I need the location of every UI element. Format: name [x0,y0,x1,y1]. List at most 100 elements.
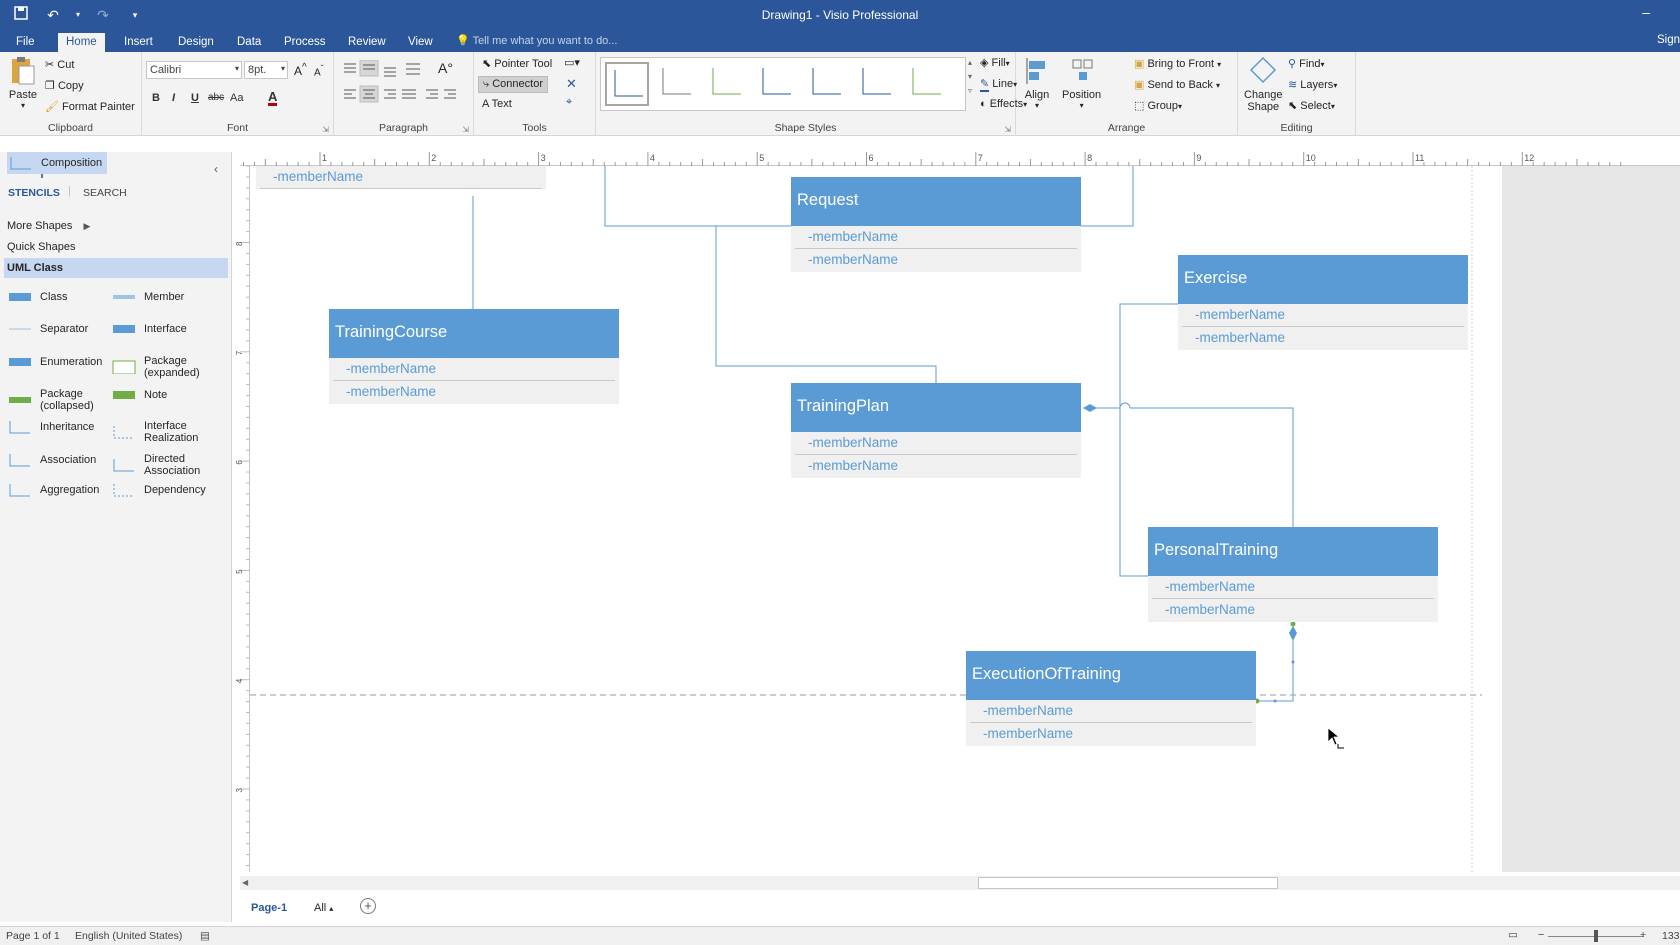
style-thumb[interactable] [605,62,649,106]
zoom-out-icon[interactable]: − [1538,929,1544,941]
uml-class-executionoftraining[interactable]: ExecutionOfTraining -memberName -memberN… [966,651,1256,746]
bring-to-front-button[interactable]: ▣ Bring to Front ▾ [1134,57,1221,70]
minimize-button[interactable]: – [1642,4,1650,20]
layers-button[interactable]: ≋ Layers▾ [1288,78,1337,91]
connector-line[interactable] [1119,402,1131,409]
select-button[interactable]: ⬉ Select▾ [1288,99,1335,112]
uml-class-exercise[interactable]: Exercise -memberName -memberName [1178,255,1468,350]
send-to-back-button[interactable]: ▣ Send to Back ▾ [1134,78,1220,91]
class-member[interactable]: -memberName [329,381,619,404]
class-member[interactable]: -memberName [1178,327,1468,350]
stencil-item[interactable]: Aggregation [8,483,99,497]
position-button[interactable]: Position ▾ [1062,56,1101,110]
class-member[interactable]: -memberName [791,455,1081,478]
line-button[interactable]: ✎ Line▾ [980,77,1017,92]
class-member[interactable]: -memberName [1148,599,1438,622]
stencil-item[interactable]: Package (collapsed) [8,388,124,412]
connector-line[interactable] [1130,407,1294,527]
scrollbar-thumb[interactable] [978,877,1278,889]
cut-button[interactable]: ✂ Cut [45,58,74,71]
uml-class-partial[interactable]: -memberName [256,166,546,189]
all-pages-button[interactable]: All ▴ [314,902,333,914]
style-thumb[interactable] [705,62,749,106]
class-name[interactable]: TrainingPlan [791,383,1081,432]
stencil-item[interactable]: Composition [7,152,107,174]
language-indicator[interactable]: English (United States) [75,930,182,942]
stencil-item[interactable]: Note [112,388,167,402]
class-name[interactable]: PersonalTraining [1148,527,1438,576]
page-count[interactable]: Page 1 of 1 [6,930,60,942]
class-member[interactable]: -memberName [1148,576,1438,599]
class-member[interactable]: -memberName [791,249,1081,272]
style-thumb[interactable] [755,62,799,106]
uml-class-trainingcourse[interactable]: TrainingCourse -memberName -memberName [329,309,619,404]
class-name[interactable]: Exercise [1178,255,1468,304]
stencil-item[interactable]: Interface [112,322,187,336]
close-icon[interactable]: ✕ [566,76,577,92]
fit-page-icon[interactable]: ▭ [1508,929,1518,941]
stencil-item[interactable]: Association [8,453,96,467]
style-thumb[interactable] [805,62,849,106]
tell-me-box[interactable]: 💡 Tell me what you want to do... [456,34,617,47]
class-member[interactable]: -memberName [329,358,619,381]
align-button[interactable]: Align ▾ [1024,56,1050,110]
class-name[interactable]: Request [791,177,1081,226]
text-tool-button[interactable]: A Text [482,98,512,110]
stencil-item[interactable]: Inheritance [8,420,94,434]
stencils-tab[interactable]: STENCILS [8,187,60,199]
more-shapes-link[interactable]: More Shapes ▶ [7,220,90,232]
fill-button[interactable]: ◈ Fill▾ [980,56,1010,69]
font-color-icon[interactable]: A [268,90,278,106]
horizontal-scrollbar[interactable]: ◀ [240,876,1680,890]
stencil-item[interactable]: Member [112,290,184,304]
rectangle-tool-icon[interactable]: ▭▾ [564,56,580,69]
tab-view[interactable]: View [400,33,441,52]
stencil-item[interactable]: Interface Realization [112,420,228,444]
connector-line[interactable] [1257,613,1294,702]
grow-font-icon[interactable]: A^ [294,62,307,78]
dialog-launcher-icon[interactable]: ⇲ [462,125,469,134]
stencil-item[interactable]: Directed Association [112,453,228,477]
drawing-page[interactable]: -memberName Request -memberName -memberN… [250,166,1502,872]
italic-button[interactable]: I [172,92,175,104]
group-button[interactable]: ⬚ Group▾ [1134,99,1182,112]
style-thumb[interactable] [655,62,699,106]
style-thumb[interactable] [855,62,899,106]
bold-button[interactable]: B [152,92,160,104]
change-case-button[interactable]: Aa [230,92,243,104]
underline-button[interactable]: U [191,92,199,104]
scroll-left-icon[interactable]: ◀ [242,878,248,887]
tab-review[interactable]: Review [340,33,394,52]
gallery-scroll-icon[interactable]: ▴ ▾ ▿ [968,56,972,98]
paste-button[interactable]: Paste ▾ [8,56,38,110]
class-member[interactable]: -memberName [966,723,1256,746]
connection-point-icon[interactable]: ⌖ [566,96,572,109]
dialog-launcher-icon[interactable]: ⇲ [1004,125,1011,134]
uml-class-personaltraining[interactable]: PersonalTraining -memberName -memberName [1148,527,1438,622]
tab-process[interactable]: Process [276,33,334,52]
shrink-font-icon[interactable]: Aˇ [314,63,323,78]
search-tab[interactable]: SEARCH [83,187,127,199]
midpoint-handle[interactable] [1291,660,1295,664]
dialog-launcher-icon[interactable]: ⇲ [322,125,329,134]
font-name-combo[interactable]: Calibri ▾ [146,61,242,79]
class-name[interactable]: ExecutionOfTraining [966,651,1256,700]
page-tab[interactable]: Page-1 [251,902,287,914]
find-button[interactable]: ⚲ Find▾ [1288,57,1325,70]
class-member[interactable]: -memberName [791,226,1081,249]
style-thumb[interactable] [905,62,949,106]
pointer-tool-button[interactable]: ⬉ Pointer Tool [482,57,552,70]
connection-handle[interactable] [1290,621,1296,627]
text-direction-icon[interactable]: A° [438,60,453,76]
stencil-item[interactable]: Class [8,290,68,304]
connector-button[interactable]: ⤷ Connector [478,76,548,93]
format-painter-button[interactable]: 🖌 Format Painter [45,100,135,113]
tab-home[interactable]: Home [58,33,105,52]
quick-shapes-link[interactable]: Quick Shapes [7,241,75,253]
zoom-in-icon[interactable]: + [1640,929,1646,941]
tab-file[interactable]: File [8,33,43,52]
stencil-item[interactable]: Enumeration [8,355,102,369]
collapse-pane-icon[interactable]: ‹ [214,162,218,176]
drawing-canvas[interactable]: -memberName Request -memberName -memberN… [250,166,1680,872]
tab-data[interactable]: Data [229,33,269,52]
